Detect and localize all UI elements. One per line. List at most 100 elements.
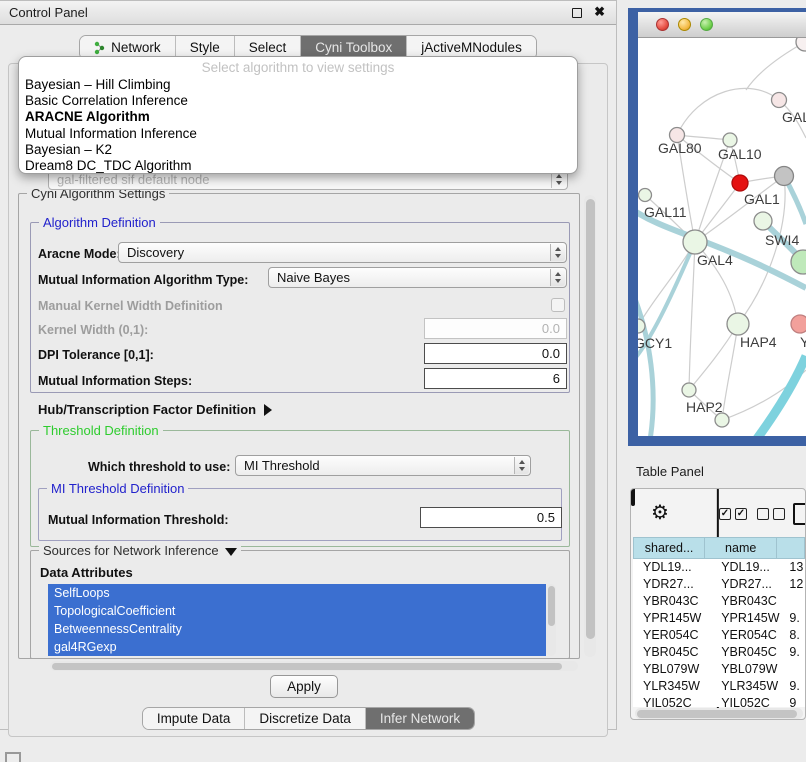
network-window-titlebar[interactable] — [638, 12, 806, 38]
table-row[interactable]: YBR043CYBR043C — [633, 593, 805, 610]
table-panel-title: Table Panel — [636, 464, 704, 479]
cell: YBL079W — [633, 661, 709, 678]
aracne-mode-combo[interactable]: Discovery — [118, 242, 567, 263]
cell: YDL19... — [633, 559, 709, 576]
table-row[interactable]: YDR27...YDR27...12 — [633, 576, 805, 593]
network-canvas[interactable]: GAL GAL80 GAL10 GAL1 GAL11 SWI4 GAL4 GCY… — [638, 38, 806, 436]
attribute-item-selected[interactable]: gal4RGexp — [48, 638, 546, 656]
which-threshold-combo[interactable]: MI Threshold — [235, 455, 531, 476]
attributes-scrollbar-thumb[interactable] — [548, 586, 555, 626]
algorithm-option[interactable]: Mutual Information Inference — [19, 126, 577, 142]
table-row[interactable]: YLR345WYLR345W9. — [633, 678, 805, 695]
table-row[interactable]: YER054CYER054C8. — [633, 627, 805, 644]
table-body[interactable]: YDL19...YDL19...13 YDR27...YDR27...12 YB… — [633, 559, 805, 707]
tab-label: Select — [249, 40, 287, 55]
table-row[interactable]: YBL079WYBL079W — [633, 661, 805, 678]
node-label: GAL1 — [744, 191, 780, 207]
tab-impute-data[interactable]: Impute Data — [143, 708, 246, 729]
table-row[interactable]: YBR045CYBR045C9. — [633, 644, 805, 661]
zoom-traffic-light[interactable] — [700, 18, 713, 31]
export-table-icon[interactable] — [793, 503, 806, 525]
column-header-name[interactable]: name — [705, 537, 777, 559]
network-graph: GAL GAL80 GAL10 GAL1 GAL11 SWI4 GAL4 GCY… — [638, 38, 806, 436]
float-window-icon[interactable] — [572, 8, 582, 18]
attribute-item-selected[interactable]: TopologicalCoefficient — [48, 602, 546, 620]
mi-threshold-group-title: MI Threshold Definition — [47, 481, 188, 496]
cell: YDR27... — [633, 576, 709, 593]
settings-hscrollbar[interactable] — [50, 661, 578, 671]
data-attributes-list[interactable]: SelfLoops TopologicalCoefficient Between… — [48, 584, 546, 656]
network-icon — [94, 41, 106, 55]
stepper-up-icon — [519, 460, 525, 464]
minimize-traffic-light[interactable] — [678, 18, 691, 31]
attribute-item-selected[interactable]: SelfLoops — [48, 584, 546, 602]
node-salmon — [791, 315, 806, 333]
settings-scrollbar[interactable] — [584, 195, 596, 657]
settings-hscrollbar-thumb[interactable] — [52, 663, 562, 670]
table-row-partial[interactable]: YIL052CYIL052C9 — [633, 695, 805, 707]
stepper-down-icon — [555, 279, 561, 283]
attribute-item-selected[interactable]: BetweennessCentrality — [48, 620, 546, 638]
network-selector-value: gal-filtered sif default node — [57, 172, 209, 187]
table-settings-gear-icon[interactable]: ⚙ — [651, 500, 669, 525]
node-label: GAL — [782, 109, 806, 125]
cell: YIL052C — [709, 695, 785, 707]
settings-scrollbar-thumb[interactable] — [586, 199, 595, 639]
apply-button[interactable]: Apply — [270, 675, 338, 698]
cell: YDR27... — [709, 576, 785, 593]
mi-steps-field[interactable]: 6 — [424, 368, 567, 389]
column-header-shared[interactable]: shared... — [633, 537, 705, 559]
column-header-partial[interactable] — [777, 537, 805, 559]
algorithm-definition-title: Algorithm Definition — [39, 215, 160, 230]
column-layout-icon[interactable] — [631, 488, 635, 506]
algorithm-option[interactable]: Bayesian – Hill Climbing — [19, 77, 577, 93]
cell: 13 — [785, 559, 805, 576]
cell: 9. — [785, 610, 805, 627]
deselect-checkbox-icon[interactable] — [773, 508, 785, 520]
tab-discretize-data[interactable]: Discretize Data — [245, 708, 366, 729]
network-view-window[interactable]: GAL GAL80 GAL10 GAL1 GAL11 SWI4 GAL4 GCY… — [628, 8, 806, 446]
dpi-tolerance-label: DPI Tolerance [0,1]: — [38, 348, 154, 362]
node-label: GAL80 — [658, 140, 702, 156]
hub-definition-expander[interactable]: Hub/Transcription Factor Definition — [38, 402, 272, 417]
sources-group-title[interactable]: Sources for Network Inference — [39, 543, 241, 558]
algorithm-option[interactable]: Basic Correlation Inference — [19, 93, 577, 109]
mi-type-label: Mutual Information Algorithm Type: — [38, 273, 248, 287]
mi-threshold-label: Mutual Information Threshold: — [48, 513, 229, 527]
cell: YBR045C — [633, 644, 709, 661]
table-hscrollbar-thumb[interactable] — [637, 710, 797, 718]
mi-threshold-field[interactable]: 0.5 — [420, 507, 562, 528]
stepper-up-icon — [555, 247, 561, 251]
table-hscrollbar[interactable] — [635, 708, 803, 719]
dpi-tolerance-field[interactable]: 0.0 — [424, 343, 567, 364]
cell: 12 — [785, 576, 805, 593]
close-traffic-light[interactable] — [656, 18, 669, 31]
which-threshold-value: MI Threshold — [244, 458, 320, 473]
attributes-scrollbar[interactable] — [546, 584, 556, 656]
node-gray — [775, 167, 794, 186]
mi-type-value: Naive Bayes — [277, 270, 350, 285]
deselect-checkbox-icon[interactable] — [757, 508, 769, 520]
manual-kernel-checkbox[interactable] — [551, 298, 565, 312]
close-icon[interactable]: ✖ — [594, 4, 605, 20]
algorithm-option-selected[interactable]: ARACNE Algorithm — [19, 109, 577, 125]
application-window: Control Panel ✖ Network Style Select — [0, 0, 806, 762]
node — [715, 413, 729, 427]
mi-type-combo[interactable]: Naive Bayes — [268, 267, 567, 288]
kernel-width-field[interactable]: 0.0 — [424, 318, 567, 339]
select-all-checkbox-icon[interactable]: ✓ — [735, 508, 747, 520]
cell: YIL052C — [633, 695, 709, 707]
algorithm-option[interactable]: Dream8 DC_TDC Algorithm — [19, 158, 577, 174]
select-all-checkbox-icon[interactable]: ✓ — [719, 508, 731, 520]
hub-definition-label: Hub/Transcription Factor Definition — [38, 402, 256, 417]
tab-infer-network[interactable]: Infer Network — [366, 708, 474, 729]
panel-title: Control Panel — [9, 5, 88, 20]
table-row[interactable]: YDL19...YDL19...13 — [633, 559, 805, 576]
table-row[interactable]: YPR145WYPR145W9. — [633, 610, 805, 627]
network-node-labels: GAL GAL80 GAL10 GAL1 GAL11 SWI4 GAL4 GCY… — [638, 109, 806, 415]
algorithm-option[interactable]: Bayesian – K2 — [19, 142, 577, 158]
manual-kernel-label: Manual Kernel Width Definition — [38, 299, 223, 313]
tab-label: Network — [111, 40, 161, 55]
collapsed-panel-icon[interactable] — [5, 752, 21, 762]
algorithm-dropdown-list[interactable]: Select algorithm to view settings Bayesi… — [18, 56, 578, 174]
